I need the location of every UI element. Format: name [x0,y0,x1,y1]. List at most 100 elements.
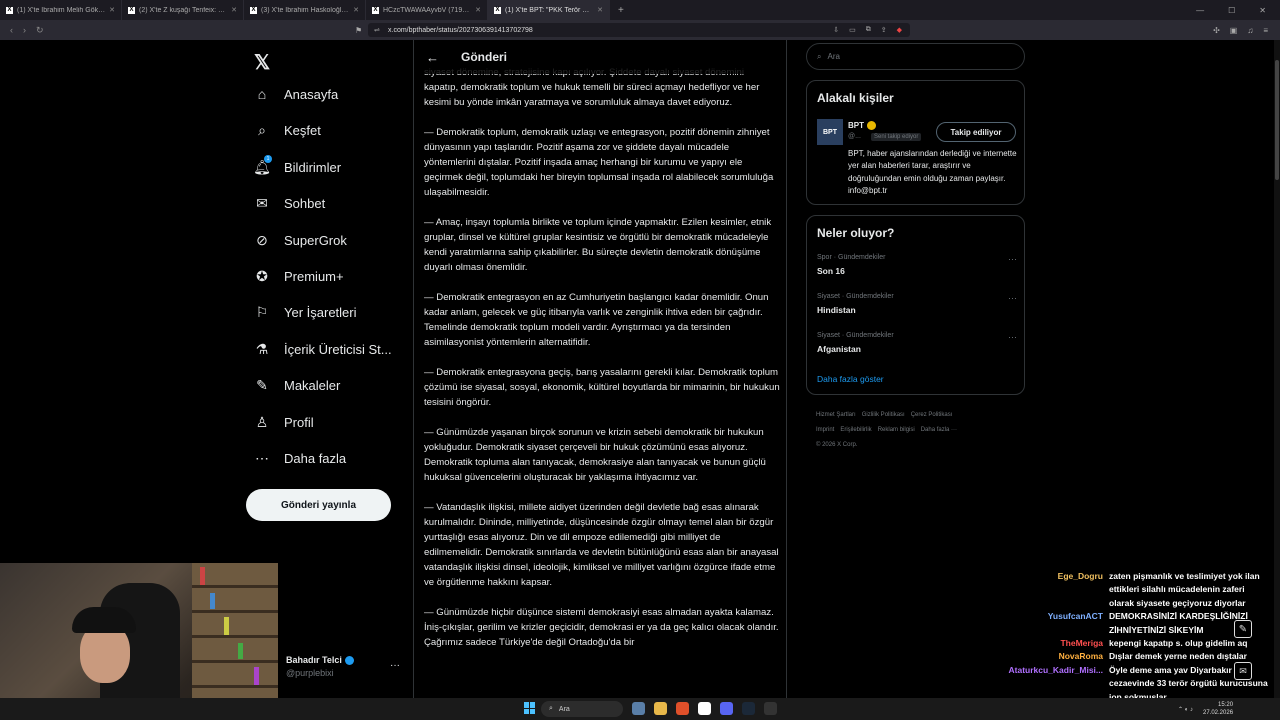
maximize-icon[interactable]: ☐ [1228,6,1235,15]
window-controls: — ☐ ✕ [1196,6,1280,15]
browser-tab[interactable]: X (2) X'te Z kuşağı Tenfeix: "tergeryen t… [122,0,244,20]
sidebar-item-1[interactable]: ⌂ Anasayfa [254,86,338,102]
tab-title: (1) X'te İbrahim Melih Gökçek: "SİZİN [17,6,106,14]
bpt-name-row[interactable]: BPT [848,121,876,130]
tab-close-icon[interactable]: ✕ [231,6,237,14]
sidebar-item-5[interactable]: ⊘ SuperGrok [254,232,347,248]
taskbar-search[interactable]: ⌕ Ara [541,701,623,717]
trend-more-icon[interactable]: ··· [1008,332,1017,342]
clock-date: 27.02.2026 [1203,710,1234,716]
tab-close-icon[interactable]: ✕ [475,6,481,14]
compose-post-icon[interactable]: ✎ [1234,620,1252,638]
extensions-icon[interactable]: ✣ [1213,26,1220,35]
footer-link[interactable]: Çerez Politikası [911,412,953,418]
trend-name: Son 16 [817,266,845,276]
account-more-icon[interactable]: ··· [390,660,400,671]
footer-link[interactable]: Reklam bilgisi [878,427,915,433]
bookmark-page-icon[interactable]: ⚑ [355,26,362,35]
start-icon[interactable] [524,702,536,714]
reload-icon[interactable]: ↻ [36,25,44,36]
discord-icon[interactable] [720,702,733,715]
browser-tab[interactable]: X (3) X'te İbrahim Haskoloğlu: "#SO ✕ [244,0,366,20]
brave-icon[interactable] [676,702,689,715]
sidebar-item-2[interactable]: ⌕ Keşfet [254,122,321,138]
sidebar-item-label: Sohbet [284,195,326,211]
search-input[interactable]: ⌕ Ara [806,43,1025,70]
post-paragraph: — Günümüzde yaşanan birçok sorunun ve kr… [424,427,766,483]
wallet-icon[interactable]: ▣ [1230,26,1238,35]
trend-more-icon[interactable]: ··· [1008,254,1017,264]
x-favicon-icon: X [6,6,13,14]
tab-close-icon[interactable]: ✕ [353,6,359,14]
obs-icon[interactable] [764,702,777,715]
forward-icon[interactable]: › [23,25,26,36]
tray-icons[interactable]: ⌃ ◐ ♪ [1178,706,1193,713]
sidebar-item-3[interactable]: 🔔︎ 1 Bildirimler [253,155,341,175]
sidebar-item-7[interactable]: ⚐ Yer İşaretleri [254,304,357,320]
footer-link[interactable]: Erişilebilirlik [840,427,871,433]
media-icon[interactable]: ♫ [1247,26,1253,35]
clock-time: 15:20 [1218,702,1234,708]
chat-username: Ege_Dogru [1057,571,1103,581]
trend-category: Spor · Gündemdekiler [817,254,886,261]
account-switcher[interactable]: Bahadır Telci @purplebixi [286,655,406,678]
bookmark-icon: ⚐ [255,303,269,320]
browser-tab[interactable]: X (1) X'te BPT: "PKK Terör Örgütü✕ [488,0,610,20]
back-arrow-icon[interactable]: ← [426,50,439,65]
sidebar-item-label: Anasayfa [284,86,339,102]
page-scrollbar[interactable] [1274,40,1280,698]
new-tab-button[interactable]: + [610,5,632,16]
tab-close-icon[interactable]: ✕ [109,6,115,14]
show-more-link[interactable]: Daha fazla göster [817,374,884,384]
task-view-icon[interactable] [632,702,645,715]
share-icon[interactable]: ⇪ [881,26,887,34]
post-button[interactable]: Gönderi yayınla [246,489,391,521]
browser-tab-bar: X(1) X'te İbrahim Melih Gökçek: "SİZİN✕X… [0,0,1280,20]
footer-link[interactable]: Daha fazla ··· [921,427,957,433]
minimize-icon[interactable]: — [1196,6,1204,15]
url-field[interactable]: ⇌ x.com/bpthaber/status/2027306391413702… [368,23,910,37]
messages-drawer-icon[interactable]: ✉ [1234,662,1252,680]
chat-username: NovaRoma [1058,651,1103,662]
close-icon[interactable]: ✕ [1259,6,1266,15]
footer-link[interactable]: Imprint [816,427,834,433]
footer-link[interactable]: Gizlilik Politikası [862,412,905,418]
browser-tab[interactable]: X HCzcTWAWAAyvbV (719×720) ✕ [366,0,488,20]
sidebar-item-9[interactable]: ✎ Makaleler [254,377,340,393]
x-logo-icon[interactable]: 𝕏 [254,50,270,75]
chat-username: Ataturkcu_Kadir_Misi... [1008,664,1103,675]
sidebar-item-8[interactable]: ⚗ İçerik Üreticisi St... [254,341,392,357]
system-tray: ⌃ ◐ ♪ 15:20 27.02.2026 [1178,701,1233,717]
sidebar-item-4[interactable]: ✉ Sohbet [254,195,325,211]
trend-more-icon[interactable]: ··· [1008,293,1017,303]
menu-icon[interactable]: ≡ [1263,26,1268,35]
x-favicon-icon: X [128,6,135,14]
post-paragraph: — Demokratik entegrasyona geçiş, barış y… [424,367,780,408]
sidebar-item-label: Premium+ [284,268,344,284]
main-column: ← Gönderi siyaset dönemine, stratejisine… [413,40,787,720]
sidebar-item-label: SuperGrok [284,232,347,248]
notes-icon[interactable] [698,702,711,715]
file-explorer-icon[interactable] [654,702,667,715]
search-placeholder: Ara [827,52,840,61]
sidebar-item-6[interactable]: ✪ Premium+ [254,268,344,284]
steam-icon[interactable] [742,702,755,715]
screenshot-icon[interactable]: ⧉ [866,26,871,34]
trend-item[interactable]: Siyaset · Gündemdekiler Hindistan ··· [817,293,1017,315]
clock[interactable]: 15:20 27.02.2026 [1203,701,1233,717]
tab-title: HCzcTWAWAAyvbV (719×720) [383,6,472,14]
sidebar-item-11[interactable]: ⋯ Daha fazla [254,450,346,466]
download-icon[interactable]: ⇩ [833,26,839,34]
tab-close-icon[interactable]: ✕ [597,6,603,14]
reader-icon[interactable]: ▭ [849,26,856,34]
bpt-avatar[interactable]: BPT [817,119,843,145]
footer-link[interactable]: Hizmet Şartları [816,412,856,418]
trend-item[interactable]: Siyaset · Gündemdekiler Afganistan ··· [817,332,1017,354]
sidebar-item-10[interactable]: ♙ Profil [254,414,314,430]
following-button[interactable]: Takip ediliyor [936,122,1016,142]
back-icon[interactable]: ‹ [10,25,13,36]
brave-shield-icon[interactable]: ◆ [897,26,902,34]
browser-tab[interactable]: X (1) X'te İbrahim Melih Gökçek: "SİZİN✕ [0,0,122,20]
site-info-icon[interactable]: ⇌ [374,26,380,34]
trend-item[interactable]: Spor · Gündemdekiler Son 16 ··· [817,254,1017,276]
